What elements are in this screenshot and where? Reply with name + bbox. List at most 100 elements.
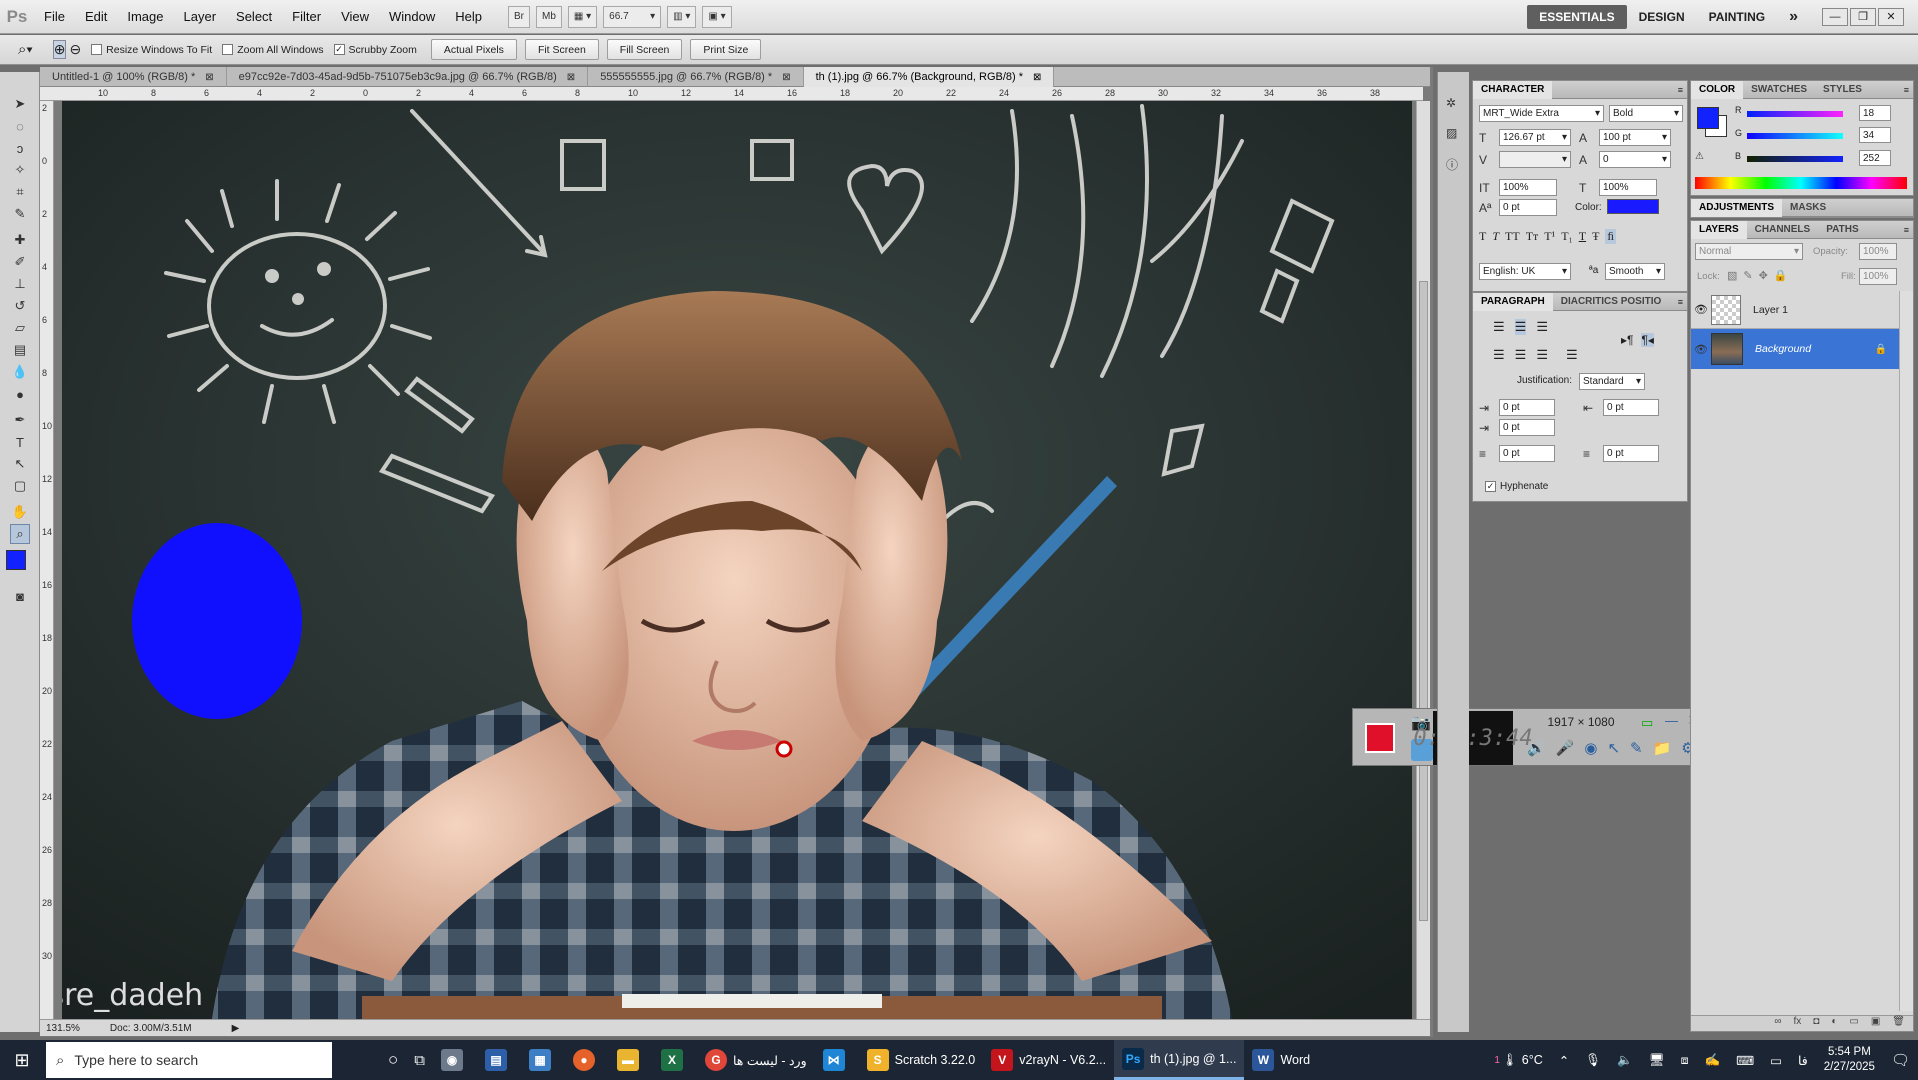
antialias-select[interactable]: Smooth ▾	[1605, 263, 1665, 280]
eye-icon[interactable]: 👁	[1691, 303, 1711, 316]
lasso-tool-icon[interactable]: ↄ	[10, 138, 30, 158]
justification-select[interactable]: Standard ▾	[1579, 373, 1645, 390]
display-icon[interactable]: ▭	[1762, 1040, 1790, 1080]
clock[interactable]: 5:54 PM 2/27/2025	[1816, 1040, 1883, 1080]
leading-field[interactable]: 100 pt ▾	[1599, 129, 1671, 146]
justify-right-icon[interactable]: ☰	[1536, 347, 1548, 363]
quick-select-tool-icon[interactable]: ✧	[10, 160, 30, 180]
marquee-tool-icon[interactable]: ◌	[10, 116, 30, 136]
canvas[interactable]: /asre_dadeh	[62, 101, 1412, 1019]
taskbar-search[interactable]: ⌕ Type here to search	[46, 1042, 332, 1078]
navigator-icon[interactable]: ✲	[1446, 96, 1456, 110]
move-tool-icon[interactable]: ➤	[10, 94, 30, 114]
tab-layers[interactable]: LAYERS	[1691, 220, 1747, 239]
tab-th-1[interactable]: th (1).jpg @ 66.7% (Background, RGB/8) *…	[803, 67, 1055, 87]
menu-image[interactable]: Image	[117, 9, 173, 24]
actual-pixels-button[interactable]: Actual Pixels	[430, 39, 517, 60]
fullscreen-icon[interactable]: ▭	[1641, 715, 1653, 731]
tab-untitled-1[interactable]: Untitled-1 @ 100% (RGB/8) * ⊠	[40, 67, 227, 87]
layer-mask-icon[interactable]: ◘	[1813, 1016, 1819, 1031]
workspace-design[interactable]: DESIGN	[1627, 10, 1697, 24]
excel-icon[interactable]: X	[653, 1040, 697, 1080]
firefox-icon[interactable]: ●	[565, 1040, 609, 1080]
space-before-field[interactable]: 0 pt	[1499, 445, 1555, 462]
workspace-essentials[interactable]: ESSENTIALS	[1527, 4, 1627, 29]
panel-menu-icon[interactable]: ≡	[1904, 225, 1909, 235]
new-layer-icon[interactable]: ▣	[1871, 1016, 1880, 1031]
taskbar-word[interactable]: W Word	[1244, 1040, 1318, 1080]
vertical-scrollbar[interactable]	[1416, 101, 1430, 1019]
healing-brush-tool-icon[interactable]: ✚	[10, 230, 30, 250]
input-language[interactable]: فا	[1790, 1040, 1816, 1080]
blur-tool-icon[interactable]: 💧	[10, 362, 30, 382]
strikethrough-button[interactable]: Ŧ	[1592, 229, 1599, 244]
fit-screen-button[interactable]: Fit Screen	[524, 39, 599, 60]
arrange-documents-button[interactable]: ▥ ▾	[667, 5, 697, 28]
file-explorer-icon[interactable]: ▬	[609, 1040, 653, 1080]
print-size-button[interactable]: Print Size	[690, 39, 762, 60]
vertical-scale-field[interactable]: 100%	[1499, 179, 1557, 196]
tab-styles[interactable]: STYLES	[1815, 81, 1870, 99]
keyboard-icon[interactable]: ⌨	[1728, 1040, 1762, 1080]
b-value-field[interactable]: 252	[1859, 150, 1891, 166]
g-value-field[interactable]: 34	[1859, 127, 1891, 143]
justify-center-icon[interactable]: ☰	[1515, 347, 1527, 363]
ligature-button[interactable]: ﬁ	[1605, 229, 1617, 244]
pen-tool-icon[interactable]: ✒	[10, 410, 30, 430]
underline-button[interactable]: T	[1579, 229, 1586, 244]
zoom-tool-icon[interactable]: ⌕▾	[18, 41, 33, 58]
align-left-icon[interactable]: ☰	[1493, 319, 1505, 335]
font-style-select[interactable]: Bold ▾	[1609, 105, 1683, 122]
r-value-field[interactable]: 18	[1859, 105, 1891, 121]
clone-stamp-tool-icon[interactable]: ⊥	[10, 274, 30, 294]
hyphenate-checkbox[interactable]: ✓ Hyphenate	[1485, 481, 1548, 492]
zoom-out-icon[interactable]: ⊖	[69, 41, 81, 58]
tab-swatches[interactable]: SWATCHES	[1743, 81, 1815, 99]
menu-layer[interactable]: Layer	[174, 9, 227, 24]
history-brush-tool-icon[interactable]: ↺	[10, 296, 30, 316]
vscode-icon[interactable]: ⋈	[815, 1040, 859, 1080]
screen-mode-button[interactable]: ▣ ▾	[702, 5, 732, 28]
crop-tool-icon[interactable]: ⌗	[10, 182, 30, 202]
superscript-button[interactable]: T¹	[1544, 229, 1555, 244]
font-family-select[interactable]: MRT_Wide Extra ▾	[1479, 105, 1604, 122]
blend-mode-select[interactable]: Normal ▾	[1695, 243, 1803, 260]
close-icon[interactable]: ⊠	[567, 72, 575, 83]
status-menu-arrow-icon[interactable]: ▶	[232, 1023, 240, 1034]
tab-character[interactable]: CHARACTER	[1473, 80, 1553, 99]
pen-tray-icon[interactable]: ✍	[1697, 1040, 1729, 1080]
path-select-tool-icon[interactable]: ↖	[10, 454, 30, 474]
tracking-field[interactable]: 0 ▾	[1599, 151, 1671, 168]
eyedropper-tool-icon[interactable]: ✎	[10, 204, 30, 224]
taskbar-scratch[interactable]: S Scratch 3.22.0	[859, 1040, 984, 1080]
color-spectrum-bar[interactable]	[1695, 177, 1907, 189]
workspace-painting[interactable]: PAINTING	[1697, 10, 1777, 24]
brush-tool-icon[interactable]: ✐	[10, 252, 30, 272]
new-group-icon[interactable]: ▭	[1849, 1016, 1858, 1031]
tab-adjustments[interactable]: ADJUSTMENTS	[1691, 198, 1783, 217]
menu-window[interactable]: Window	[379, 9, 445, 24]
fill-screen-button[interactable]: Fill Screen	[606, 39, 683, 60]
menu-help[interactable]: Help	[445, 9, 492, 24]
layer-style-icon[interactable]: fx	[1794, 1016, 1802, 1031]
status-zoom[interactable]: 131.5%	[46, 1023, 80, 1034]
tab-e97cc92e[interactable]: e97cc92e-7d03-45ad-9d5b-751075eb3c9a.jpg…	[227, 67, 589, 87]
bridge-button[interactable]: Br	[508, 5, 531, 28]
minimize-icon[interactable]: —	[1665, 713, 1678, 728]
tab-channels[interactable]: CHANNELS	[1747, 221, 1819, 239]
zoom-tool-icon[interactable]: ⌕	[10, 524, 30, 544]
color-fg-swatch[interactable]	[1697, 107, 1719, 129]
b-slider[interactable]	[1747, 156, 1843, 162]
adjustment-layer-icon[interactable]: ◐	[1831, 1016, 1837, 1031]
volume-icon[interactable]: 🔈	[1609, 1040, 1641, 1080]
indent-left-field[interactable]: 0 pt	[1499, 399, 1555, 416]
gamut-warning-icon[interactable]: ⚠	[1695, 151, 1704, 162]
taskbar-photoshop[interactable]: Ps th (1).jpg @ 1...	[1114, 1040, 1245, 1080]
panel-menu-icon[interactable]: ≡	[1904, 85, 1909, 95]
tab-masks[interactable]: MASKS	[1782, 199, 1834, 217]
panel-menu-icon[interactable]: ≡	[1678, 297, 1683, 307]
tab-color[interactable]: COLOR	[1691, 80, 1744, 99]
baseline-shift-field[interactable]: 0 pt	[1499, 199, 1557, 216]
calculator-icon[interactable]: ▦	[521, 1040, 565, 1080]
app-icon-2[interactable]: ▤	[477, 1040, 521, 1080]
